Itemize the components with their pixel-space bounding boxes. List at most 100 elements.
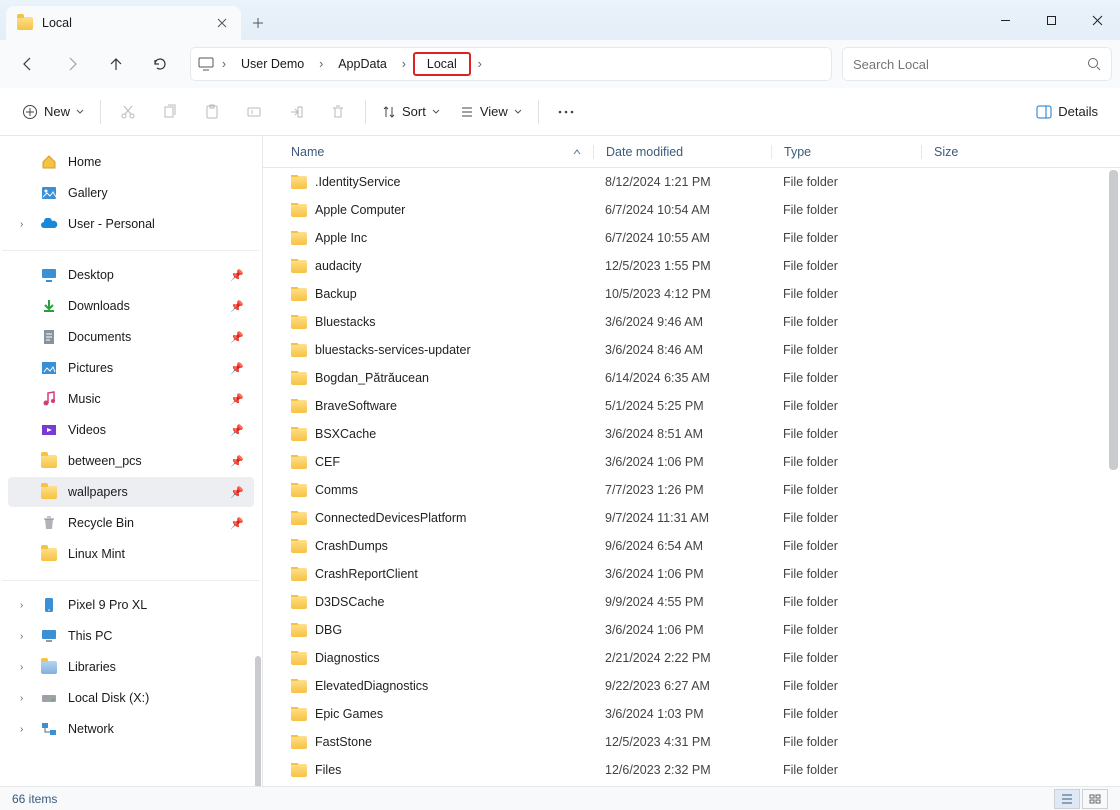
file-row[interactable]: CEF3/6/2024 1:06 PMFile folder — [263, 448, 1120, 476]
file-row[interactable]: CrashDumps9/6/2024 6:54 AMFile folder — [263, 532, 1120, 560]
column-date[interactable]: Date modified — [593, 145, 771, 159]
file-row[interactable]: .IdentityService8/12/2024 1:21 PMFile fo… — [263, 168, 1120, 196]
breadcrumb-appdata[interactable]: AppData — [330, 53, 395, 75]
sidebar-item[interactable]: Music📌 — [8, 384, 254, 414]
file-row[interactable]: Files12/6/2023 2:32 PMFile folder — [263, 756, 1120, 784]
column-name[interactable]: Name — [263, 145, 593, 159]
file-row[interactable]: audacity12/5/2023 1:55 PMFile folder — [263, 252, 1120, 280]
file-row[interactable]: Apple Inc6/7/2024 10:55 AMFile folder — [263, 224, 1120, 252]
file-row[interactable]: Epic Games3/6/2024 1:03 PMFile folder — [263, 700, 1120, 728]
sidebar-item[interactable]: Home — [8, 147, 254, 177]
chevron-right-icon[interactable]: › — [20, 693, 23, 704]
chevron-right-icon[interactable]: › — [314, 57, 328, 71]
share-button[interactable] — [277, 95, 315, 129]
file-name: Bluestacks — [315, 315, 375, 329]
sidebar-item[interactable]: wallpapers📌 — [8, 477, 254, 507]
chevron-right-icon[interactable]: › — [473, 57, 487, 71]
file-row[interactable]: Apple Computer6/7/2024 10:54 AMFile fold… — [263, 196, 1120, 224]
sort-button[interactable]: Sort — [374, 95, 448, 129]
breadcrumb-local[interactable]: Local — [413, 52, 471, 76]
file-type: File folder — [771, 287, 921, 301]
file-row[interactable]: Bluestacks3/6/2024 9:46 AMFile folder — [263, 308, 1120, 336]
chevron-right-icon[interactable]: › — [397, 57, 411, 71]
file-row[interactable]: D3DSCache9/9/2024 4:55 PMFile folder — [263, 588, 1120, 616]
sidebar-item[interactable]: Pictures📌 — [8, 353, 254, 383]
file-row[interactable]: DBG3/6/2024 1:06 PMFile folder — [263, 616, 1120, 644]
sidebar-item[interactable]: Videos📌 — [8, 415, 254, 445]
file-name: Files — [315, 763, 341, 777]
sidebar-item[interactable]: ›This PC — [8, 621, 254, 651]
sidebar-item[interactable]: ›Libraries — [8, 652, 254, 682]
file-row[interactable]: Backup10/5/2023 4:12 PMFile folder — [263, 280, 1120, 308]
more-button[interactable] — [547, 95, 585, 129]
forward-button[interactable] — [52, 46, 92, 82]
delete-button[interactable] — [319, 95, 357, 129]
column-type[interactable]: Type — [771, 145, 921, 159]
sidebar-item[interactable]: Recycle Bin📌 — [8, 508, 254, 538]
copy-button[interactable] — [151, 95, 189, 129]
sidebar-item[interactable]: Linux Mint — [8, 539, 254, 569]
minimize-button[interactable] — [982, 0, 1028, 40]
sidebar-item-label: between_pcs — [68, 454, 142, 468]
sidebar-item[interactable]: Gallery — [8, 178, 254, 208]
breadcrumb-user[interactable]: User Demo — [233, 53, 312, 75]
rename-button[interactable] — [235, 95, 273, 129]
search-box[interactable] — [842, 47, 1112, 81]
file-row[interactable]: Diagnostics2/21/2024 2:22 PMFile folder — [263, 644, 1120, 672]
chevron-right-icon[interactable]: › — [20, 724, 23, 735]
refresh-button[interactable] — [140, 46, 180, 82]
view-button[interactable]: View — [452, 95, 530, 129]
file-type: File folder — [771, 679, 921, 693]
maximize-button[interactable] — [1028, 0, 1074, 40]
chevron-right-icon[interactable]: › — [217, 57, 231, 71]
sidebar-item[interactable]: Documents📌 — [8, 322, 254, 352]
navigation-pane[interactable]: HomeGallery›User - Personal Desktop📌Down… — [0, 136, 263, 786]
file-row[interactable]: FastStone12/5/2023 4:31 PMFile folder — [263, 728, 1120, 756]
sidebar-item[interactable]: between_pcs📌 — [8, 446, 254, 476]
scrollbar[interactable] — [1109, 170, 1118, 470]
file-row[interactable]: ElevatedDiagnostics9/22/2023 6:27 AMFile… — [263, 672, 1120, 700]
address-bar[interactable]: › User Demo › AppData › Local › — [190, 47, 832, 81]
file-row[interactable]: Bogdan_Pătrăucean6/14/2024 6:35 AMFile f… — [263, 364, 1120, 392]
chevron-right-icon[interactable]: › — [20, 219, 23, 230]
cut-button[interactable] — [109, 95, 147, 129]
details-view-button[interactable] — [1054, 789, 1080, 809]
file-type: File folder — [771, 595, 921, 609]
scrollbar[interactable] — [255, 656, 261, 786]
file-row[interactable]: CrashReportClient3/6/2024 1:06 PMFile fo… — [263, 560, 1120, 588]
pin-icon: 📌 — [230, 269, 244, 282]
file-row[interactable]: BraveSoftware5/1/2024 5:25 PMFile folder — [263, 392, 1120, 420]
back-button[interactable] — [8, 46, 48, 82]
thumbnails-view-button[interactable] — [1082, 789, 1108, 809]
chevron-right-icon[interactable]: › — [20, 600, 23, 611]
up-button[interactable] — [96, 46, 136, 82]
details-pane-button[interactable]: Details — [1028, 95, 1106, 129]
file-row[interactable]: bluestacks-services-updater3/6/2024 8:46… — [263, 336, 1120, 364]
window-tab[interactable]: Local — [6, 6, 241, 40]
file-type: File folder — [771, 455, 921, 469]
pin-icon: 📌 — [230, 517, 244, 530]
sidebar-item[interactable]: Downloads📌 — [8, 291, 254, 321]
chevron-right-icon[interactable]: › — [20, 631, 23, 642]
sidebar-item[interactable]: ›User - Personal — [8, 209, 254, 239]
new-button[interactable]: New — [14, 95, 92, 129]
file-row[interactable]: Comms7/7/2023 1:26 PMFile folder — [263, 476, 1120, 504]
close-tab-button[interactable] — [213, 14, 231, 32]
file-row[interactable]: ConnectedDevicesPlatform9/7/2024 11:31 A… — [263, 504, 1120, 532]
file-type: File folder — [771, 427, 921, 441]
folder-icon — [291, 736, 307, 749]
chevron-right-icon[interactable]: › — [20, 662, 23, 673]
file-row[interactable]: BSXCache3/6/2024 8:51 AMFile folder — [263, 420, 1120, 448]
sidebar-item[interactable]: ›Network — [8, 714, 254, 744]
search-input[interactable] — [853, 57, 1087, 72]
column-size[interactable]: Size — [921, 145, 1021, 159]
file-date: 3/6/2024 1:06 PM — [593, 455, 771, 469]
new-tab-button[interactable] — [241, 6, 275, 40]
sidebar-item[interactable]: ›Pixel 9 Pro XL — [8, 590, 254, 620]
folder-icon — [291, 204, 307, 217]
paste-button[interactable] — [193, 95, 231, 129]
sidebar-item[interactable]: › Local Disk (X:) — [8, 683, 254, 713]
sidebar-item-label: Local Disk (X:) — [68, 691, 149, 705]
sidebar-item[interactable]: Desktop📌 — [8, 260, 254, 290]
close-window-button[interactable] — [1074, 0, 1120, 40]
